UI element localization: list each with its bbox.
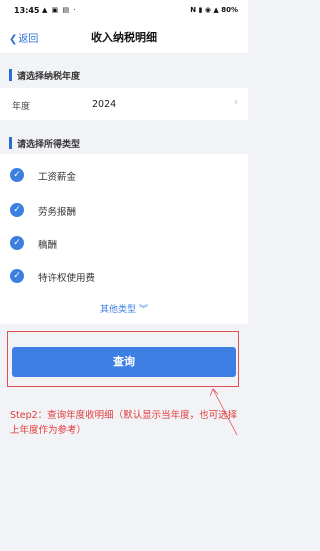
annotation-text: Step2：查询年度收明细（默认显示当年度，也可选择上年度作为参考） [10,410,238,436]
annotation-arrow [209,388,238,436]
